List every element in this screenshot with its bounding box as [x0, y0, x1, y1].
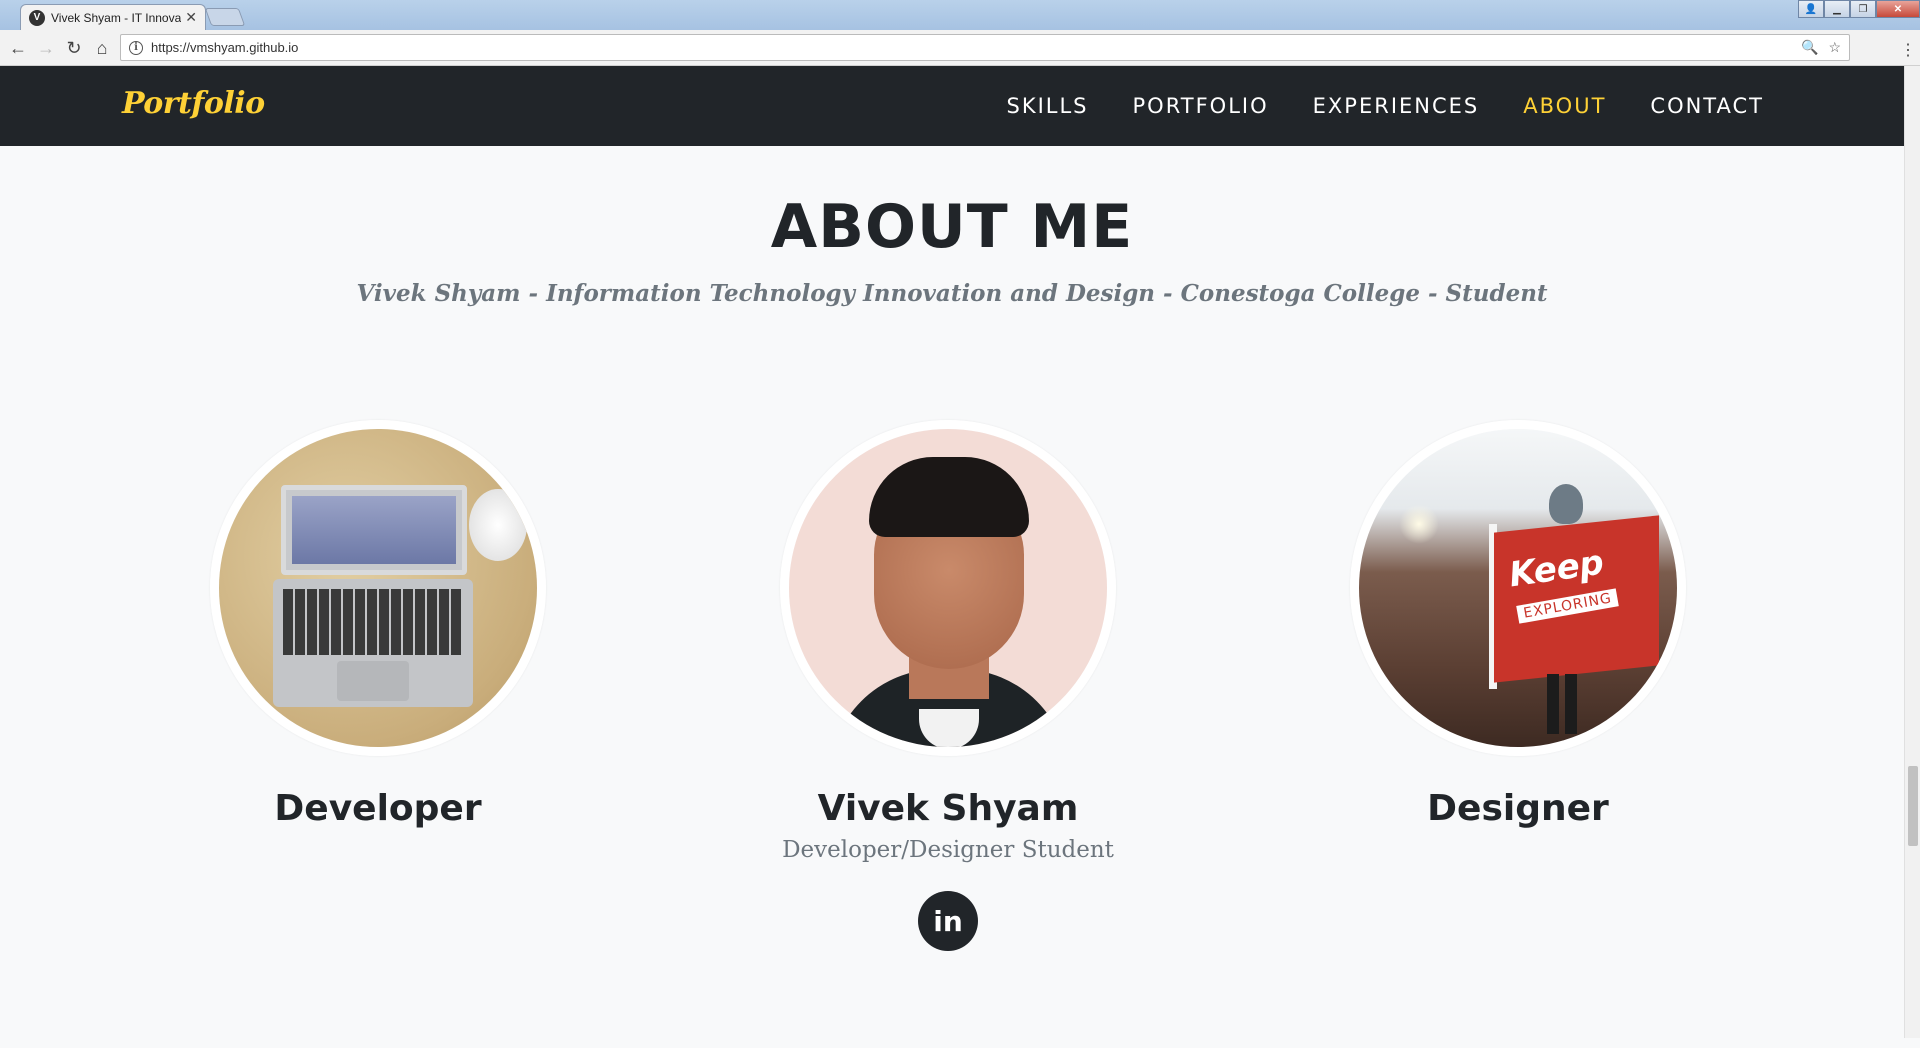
member-name: Developer: [274, 788, 482, 829]
new-tab-button[interactable]: [204, 8, 246, 26]
url-text[interactable]: https://vmshyam.github.io: [151, 40, 1791, 55]
page-viewport: Portfolio SKILLS PORTFOLIO EXPERIENCES A…: [0, 66, 1904, 1038]
keep-exploring-photo: Keep EXPLORING: [1350, 420, 1686, 756]
zoom-icon[interactable]: 🔍: [1801, 39, 1818, 56]
team-member-designer: Keep EXPLORING Designer: [1348, 420, 1688, 829]
member-role: Developer/Designer Student: [782, 837, 1114, 863]
maximize-button[interactable]: ❐: [1850, 0, 1876, 18]
user-icon[interactable]: 👤: [1798, 0, 1824, 18]
close-window-button[interactable]: ✕: [1876, 0, 1920, 18]
scrollbar-thumb[interactable]: [1908, 766, 1918, 846]
browser-menu-icon[interactable]: ⋮: [1900, 40, 1916, 60]
tab-title: Vivek Shyam - IT Innovat: [51, 10, 182, 25]
browser-toolbar: ← → ↻ ⌂ i https://vmshyam.github.io 🔍 ☆ …: [0, 30, 1920, 66]
tab-close-icon[interactable]: ✕: [185, 9, 197, 26]
browser-tab[interactable]: V Vivek Shyam - IT Innovat ✕: [20, 4, 206, 30]
reload-icon[interactable]: ↻: [62, 36, 86, 60]
laptop-photo: [210, 420, 546, 756]
nav-link-skills[interactable]: SKILLS: [1006, 94, 1088, 118]
back-arrow-icon[interactable]: ←: [6, 36, 30, 60]
nav-link-about[interactable]: ABOUT: [1523, 94, 1606, 118]
nav-link-contact[interactable]: CONTACT: [1650, 94, 1764, 118]
portrait-photo: [780, 420, 1116, 756]
site-navbar: Portfolio SKILLS PORTFOLIO EXPERIENCES A…: [0, 66, 1904, 146]
section-heading: ABOUT ME: [770, 192, 1134, 262]
address-bar[interactable]: i https://vmshyam.github.io 🔍 ☆: [120, 34, 1850, 61]
site-favicon-icon: V: [29, 9, 45, 26]
team-member-developer: Developer: [208, 420, 548, 829]
linkedin-icon[interactable]: in: [918, 891, 978, 951]
bookmark-star-icon[interactable]: ☆: [1828, 39, 1841, 56]
nav-links: SKILLS PORTFOLIO EXPERIENCES ABOUT CONTA…: [1006, 66, 1764, 146]
forward-arrow-icon[interactable]: →: [34, 36, 58, 60]
minimize-button[interactable]: ▁: [1824, 0, 1850, 18]
member-name: Vivek Shyam: [817, 788, 1079, 829]
brand-logo[interactable]: Portfolio: [122, 86, 265, 121]
home-icon[interactable]: ⌂: [90, 36, 114, 60]
page-scrollbar[interactable]: [1904, 66, 1920, 1038]
section-subheading: Vivek Shyam - Information Technology Inn…: [356, 280, 1548, 307]
browser-titlebar: V Vivek Shyam - IT Innovat ✕ 👤 ▁ ❐ ✕: [0, 0, 1920, 30]
window-controls: 👤 ▁ ❐ ✕: [1798, 0, 1920, 20]
member-name: Designer: [1427, 788, 1609, 829]
site-info-icon[interactable]: i: [129, 40, 143, 55]
team-member-vivek: Vivek Shyam Developer/Designer Student i…: [778, 420, 1118, 951]
nav-link-portfolio[interactable]: PORTFOLIO: [1133, 94, 1269, 118]
nav-link-experiences[interactable]: EXPERIENCES: [1313, 94, 1480, 118]
